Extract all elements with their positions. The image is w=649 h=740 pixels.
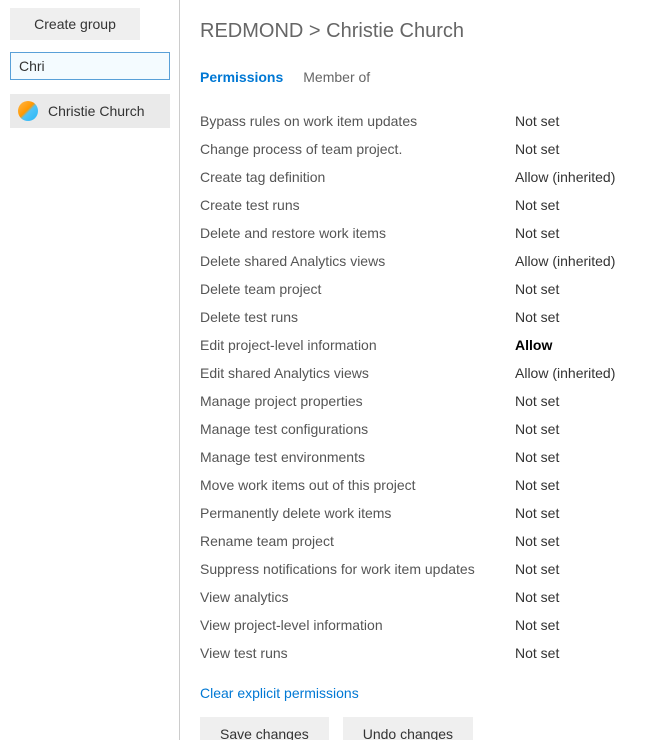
permission-row: Suppress notifications for work item upd… [200, 555, 637, 583]
permission-value[interactable]: Not set [515, 141, 637, 157]
main-panel: REDMOND > Christie Church Permissions Me… [180, 0, 649, 740]
permission-name: Delete and restore work items [200, 225, 515, 241]
permission-name: View project-level information [200, 617, 515, 633]
permission-row: View project-level informationNot set [200, 611, 637, 639]
permission-value[interactable]: Not set [515, 393, 637, 409]
permission-name: Delete test runs [200, 309, 515, 325]
tab-permissions[interactable]: Permissions [200, 69, 283, 87]
breadcrumb-current: Christie Church [326, 20, 464, 42]
permission-name: Create tag definition [200, 169, 515, 185]
permission-row: Create test runsNot set [200, 191, 637, 219]
permission-value[interactable]: Not set [515, 505, 637, 521]
permission-name: Bypass rules on work item updates [200, 113, 515, 129]
permission-row: Manage project propertiesNot set [200, 387, 637, 415]
permission-name: Rename team project [200, 533, 515, 549]
save-changes-button[interactable]: Save changes [200, 717, 329, 740]
permission-row: Delete test runsNot set [200, 303, 637, 331]
button-row: Save changes Undo changes [200, 717, 637, 740]
permission-value[interactable]: Not set [515, 309, 637, 325]
permission-name: Create test runs [200, 197, 515, 213]
clear-explicit-permissions-link[interactable]: Clear explicit permissions [200, 685, 359, 701]
permission-name: Move work items out of this project [200, 477, 515, 493]
permission-row: Manage test environmentsNot set [200, 443, 637, 471]
permission-value[interactable]: Not set [515, 533, 637, 549]
search-input[interactable] [10, 52, 170, 80]
permission-row: Delete and restore work itemsNot set [200, 219, 637, 247]
permission-name: View test runs [200, 645, 515, 661]
permission-row: View analyticsNot set [200, 583, 637, 611]
tab-member-of[interactable]: Member of [303, 69, 370, 87]
sidebar: Create group Christie Church [0, 0, 180, 740]
permission-value[interactable]: Not set [515, 197, 637, 213]
permission-value[interactable]: Not set [515, 281, 637, 297]
permission-value[interactable]: Not set [515, 421, 637, 437]
permission-name: Manage test environments [200, 449, 515, 465]
breadcrumb-root: REDMOND [200, 20, 303, 42]
breadcrumb-sep: > [309, 20, 321, 42]
sidebar-user-label: Christie Church [48, 103, 144, 119]
permission-value[interactable]: Not set [515, 225, 637, 241]
permission-value[interactable]: Not set [515, 561, 637, 577]
create-group-button[interactable]: Create group [10, 8, 140, 40]
permission-name: Delete team project [200, 281, 515, 297]
permission-value[interactable]: Not set [515, 477, 637, 493]
permissions-list: Bypass rules on work item updatesNot set… [200, 107, 637, 667]
permission-value[interactable]: Not set [515, 617, 637, 633]
permission-row: Bypass rules on work item updatesNot set [200, 107, 637, 135]
permission-row: Create tag definitionAllow (inherited) [200, 163, 637, 191]
sidebar-user-item[interactable]: Christie Church [10, 94, 170, 128]
permission-row: Manage test configurationsNot set [200, 415, 637, 443]
permission-row: View test runsNot set [200, 639, 637, 667]
permission-name: View analytics [200, 589, 515, 605]
permission-row: Delete team projectNot set [200, 275, 637, 303]
permission-value[interactable]: Not set [515, 449, 637, 465]
permission-value[interactable]: Allow (inherited) [515, 253, 637, 269]
undo-changes-button[interactable]: Undo changes [343, 717, 473, 740]
permission-value[interactable]: Not set [515, 589, 637, 605]
permission-row: Delete shared Analytics viewsAllow (inhe… [200, 247, 637, 275]
permission-row: Edit project-level informationAllow [200, 331, 637, 359]
permission-name: Edit shared Analytics views [200, 365, 515, 381]
permission-name: Suppress notifications for work item upd… [200, 561, 515, 577]
permission-value[interactable]: Not set [515, 645, 637, 661]
permission-name: Change process of team project. [200, 141, 515, 157]
permission-row: Rename team projectNot set [200, 527, 637, 555]
permission-name: Manage project properties [200, 393, 515, 409]
avatar-icon [18, 101, 38, 121]
permission-name: Delete shared Analytics views [200, 253, 515, 269]
permission-value[interactable]: Not set [515, 113, 637, 129]
permission-row: Edit shared Analytics viewsAllow (inheri… [200, 359, 637, 387]
permission-row: Move work items out of this projectNot s… [200, 471, 637, 499]
permission-row: Permanently delete work itemsNot set [200, 499, 637, 527]
permission-value[interactable]: Allow (inherited) [515, 169, 637, 185]
permission-name: Permanently delete work items [200, 505, 515, 521]
tab-bar: Permissions Member of [200, 69, 637, 87]
permission-value[interactable]: Allow (inherited) [515, 365, 637, 381]
permission-value[interactable]: Allow [515, 337, 637, 353]
permission-row: Change process of team project.Not set [200, 135, 637, 163]
permission-name: Edit project-level information [200, 337, 515, 353]
breadcrumb: REDMOND > Christie Church [200, 20, 637, 43]
permission-name: Manage test configurations [200, 421, 515, 437]
